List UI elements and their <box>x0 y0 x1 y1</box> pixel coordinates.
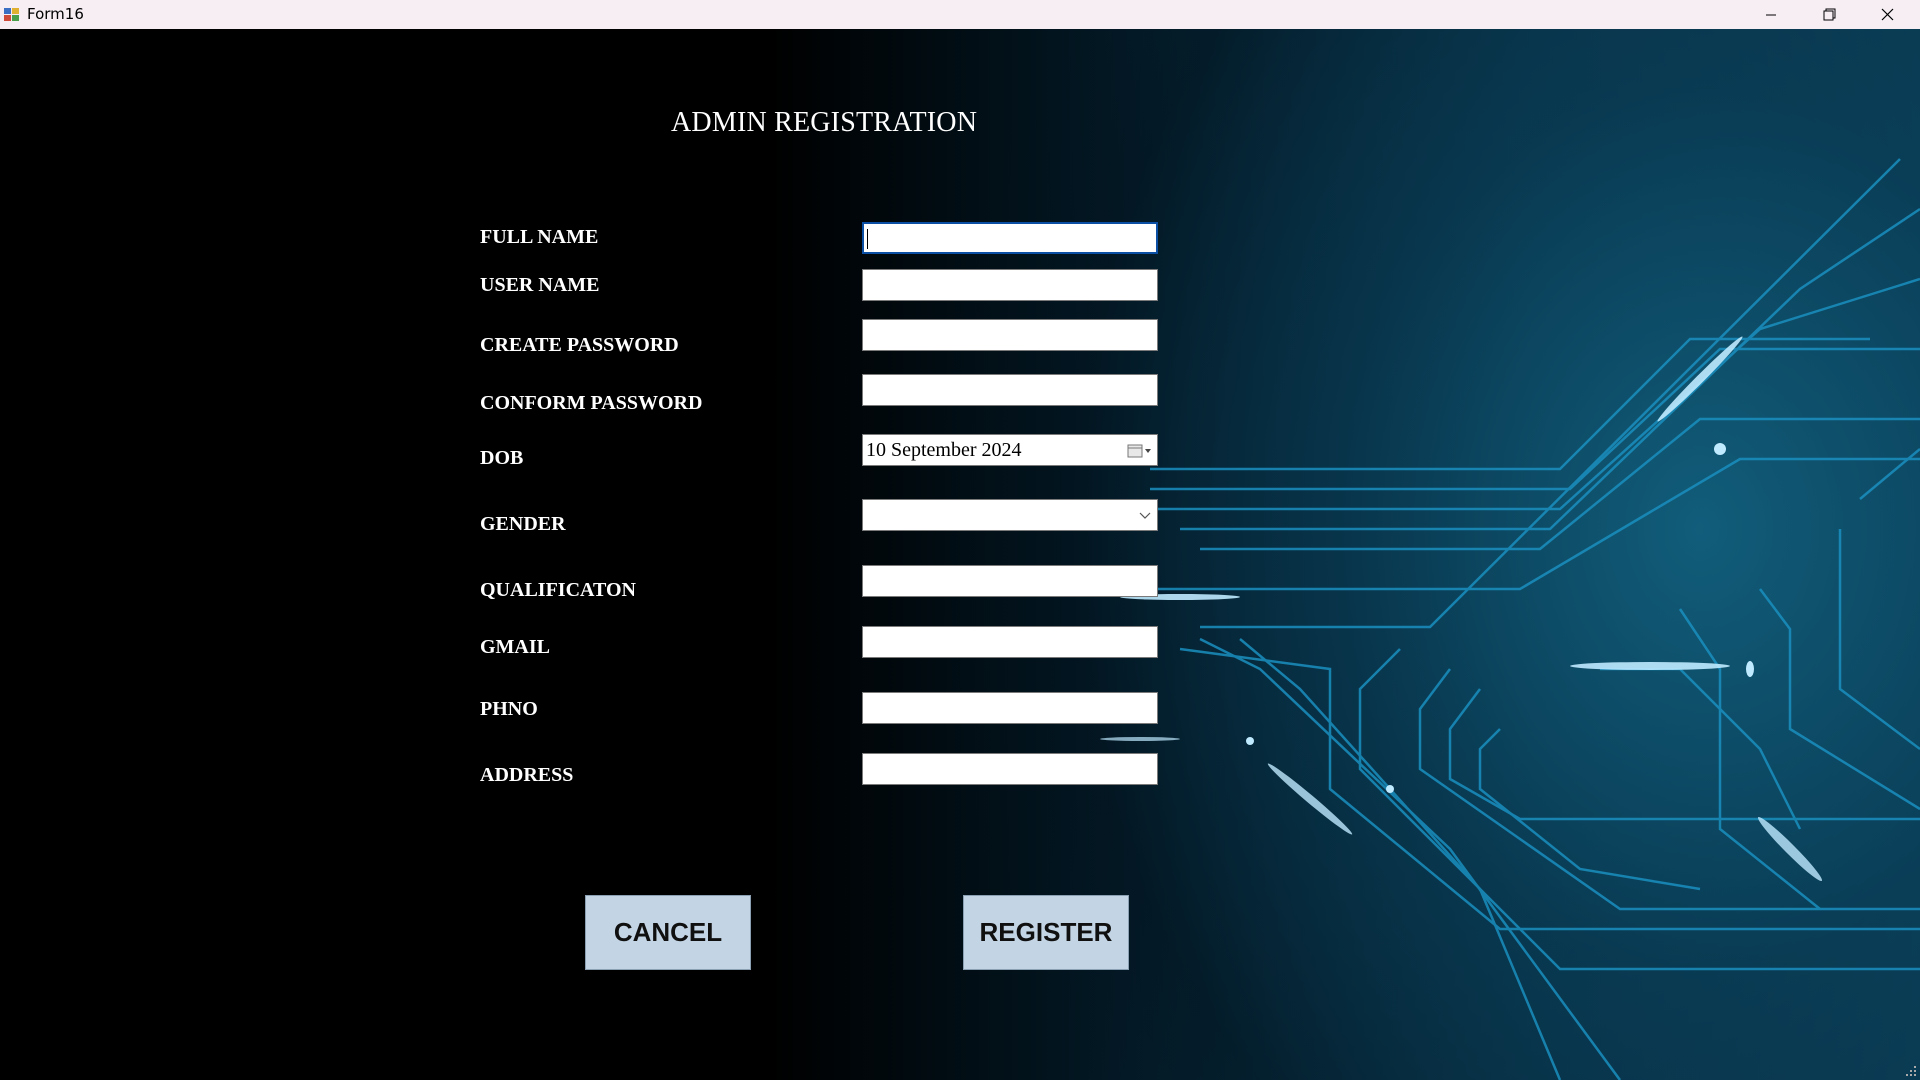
close-button[interactable] <box>1858 0 1916 29</box>
resize-grip-icon[interactable] <box>1905 1065 1917 1077</box>
text-caret <box>867 229 868 249</box>
full-name-label: FULL NAME <box>480 226 599 248</box>
window-titlebar: Form16 <box>0 0 1920 29</box>
dob-date-picker[interactable]: 10 September 2024 <box>862 434 1158 466</box>
restore-icon <box>1823 8 1835 21</box>
minimize-icon <box>1766 14 1776 15</box>
circuit-background-image <box>1100 158 1920 1080</box>
close-icon <box>1881 8 1893 21</box>
qualification-label: QUALIFICATON <box>480 579 636 601</box>
minimize-button[interactable] <box>1742 0 1800 29</box>
full-name-input[interactable] <box>862 222 1158 254</box>
phno-input[interactable] <box>862 692 1158 724</box>
gmail-input[interactable] <box>862 626 1158 658</box>
user-name-label: USER NAME <box>480 274 600 296</box>
user-name-input[interactable] <box>862 269 1158 301</box>
gender-combobox[interactable] <box>862 499 1158 531</box>
phno-label: PHNO <box>480 698 538 720</box>
cancel-button[interactable]: CANCEL <box>585 895 751 970</box>
qualification-input[interactable] <box>862 565 1158 597</box>
address-input[interactable] <box>862 753 1158 785</box>
create-password-input[interactable] <box>862 319 1158 351</box>
address-label: ADDRESS <box>480 764 574 786</box>
confirm-password-label: CONFORM PASSWORD <box>480 392 703 414</box>
register-button[interactable]: REGISTER <box>963 895 1129 970</box>
chevron-down-icon[interactable] <box>1139 510 1151 520</box>
dob-label: DOB <box>480 447 524 469</box>
confirm-password-input[interactable] <box>862 374 1158 406</box>
app-icon <box>3 6 20 22</box>
form-title: ADMIN REGISTRATION <box>671 107 978 138</box>
gmail-label: GMAIL <box>480 636 550 658</box>
gender-label: GENDER <box>480 513 566 535</box>
restore-button[interactable] <box>1800 0 1858 29</box>
calendar-dropdown-icon[interactable] <box>1127 443 1153 459</box>
window-title: Form16 <box>27 5 84 23</box>
form-canvas: ADMIN REGISTRATION FULL NAME USER NAME C… <box>0 29 1920 1080</box>
dob-value: 10 September 2024 <box>866 439 1022 461</box>
create-password-label: CREATE PASSWORD <box>480 334 679 356</box>
